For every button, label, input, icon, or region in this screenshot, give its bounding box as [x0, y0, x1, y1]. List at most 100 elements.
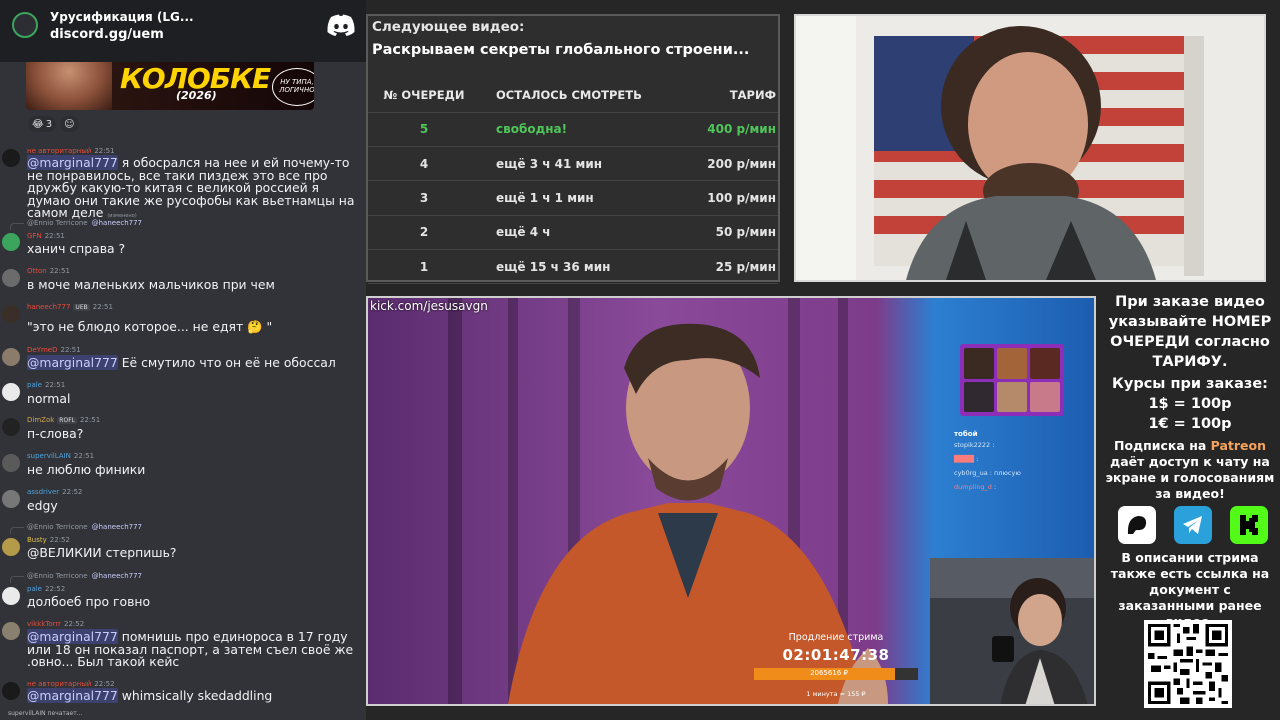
- reply-reference[interactable]: @Ennio Terricone @haneech777: [27, 572, 142, 580]
- server-icon: [12, 12, 38, 38]
- rate: 400 р/мин: [678, 112, 778, 147]
- overlay-chat-line: ████ :: [954, 455, 979, 463]
- thumbnail-year: (2026): [176, 89, 217, 102]
- user-avatar: [2, 418, 20, 436]
- queue-number: 4: [368, 146, 488, 182]
- message-text: edgy: [27, 498, 58, 513]
- qr-code-icon[interactable]: [1144, 620, 1232, 708]
- username[interactable]: Busty: [27, 536, 47, 544]
- user-mention[interactable]: @marginal777: [27, 355, 118, 370]
- overlay-chat-line: stopik2222 :: [954, 441, 995, 449]
- rate: 100 р/мин: [678, 180, 778, 216]
- time-left: ещё 4 ч: [488, 215, 678, 251]
- message-text: не люблю финики: [27, 462, 146, 477]
- extension-amount: 2065616 ₽: [810, 669, 848, 677]
- reactions-row: 😂 3 ☺: [28, 116, 79, 132]
- queue-row: 1 ещё 15 ч 36 мин 25 р/мин: [368, 249, 778, 285]
- kick-url[interactable]: kick.com/jesusavgn: [370, 299, 488, 313]
- embed-thumbnail[interactable]: КОЛОБКЕ (2026) НУ ТИПА, ЛОГИЧНО: [26, 62, 314, 110]
- main-video-player[interactable]: kick.com/jesusavgn тобой stopik2222 : ██…: [366, 296, 1096, 706]
- pip-image: [930, 558, 1094, 704]
- overlay-avatar-grid: [960, 344, 1064, 416]
- username[interactable]: pale: [27, 381, 42, 389]
- username[interactable]: haneech777: [27, 303, 70, 311]
- user-avatar: [2, 538, 20, 556]
- rate: 50 р/мин: [678, 215, 778, 251]
- user-avatar: [2, 269, 20, 287]
- message-text: ханич справа ?: [27, 241, 126, 256]
- user-avatar: [2, 383, 20, 401]
- thumbnail-face: [26, 62, 112, 110]
- username[interactable]: vikkkTorrr: [27, 620, 61, 628]
- queue-row: 3 ещё 1 ч 1 мин 100 р/мин: [368, 180, 778, 216]
- queue-row: 5 свободна! 400 р/мин: [368, 112, 778, 147]
- thumbnail-badge: НУ ТИПА, ЛОГИЧНО: [272, 68, 314, 106]
- role-badge: ROFL: [57, 416, 77, 424]
- time-left: ещё 1 ч 1 мин: [488, 180, 678, 216]
- extension-rate: 1 минута = 155 ₽: [806, 690, 866, 698]
- subscription-info: Подписка на Patreon даёт доступ к чату н…: [1105, 438, 1275, 501]
- user-avatar: [2, 454, 20, 472]
- patreon-link[interactable]: Patreon: [1211, 438, 1266, 453]
- time-left: ещё 15 ч 36 мин: [488, 249, 678, 285]
- user-mention[interactable]: @marginal777: [27, 688, 118, 703]
- username[interactable]: assdriver: [27, 488, 59, 496]
- username[interactable]: Otton: [27, 267, 47, 275]
- overlay-chat-title: тобой: [954, 430, 978, 438]
- kick-icon[interactable]: [1230, 506, 1268, 544]
- stream-extension-widget: Продление стрима 02:01:47:38 2065616 ₽ 1…: [754, 628, 930, 704]
- time-left: свободна!: [488, 112, 678, 147]
- header-queue-number: № ОЧЕРЕДИ: [368, 78, 488, 113]
- exchange-rates: Курсы при заказе: 1$ = 100р 1€ = 100р: [1100, 374, 1280, 434]
- header-rate: ТАРИФ: [678, 78, 778, 113]
- server-name: Урусификация (LG...: [50, 10, 194, 24]
- invite-link[interactable]: discord.gg/uem: [50, 27, 164, 42]
- message-text: @ВЕЛИКИИ стерпишь?: [27, 545, 177, 560]
- username[interactable]: не авторитарный: [27, 680, 91, 688]
- pip-camera: [930, 558, 1094, 704]
- discord-chat-panel: Урусификация (LG... discord.gg/uem КОЛОБ…: [0, 0, 366, 720]
- next-video-label: Следующее видео:: [372, 19, 525, 35]
- reaction-laugh[interactable]: 😂 3: [28, 116, 57, 132]
- role-badge: UEB: [73, 303, 90, 311]
- patreon-icon[interactable]: [1118, 506, 1156, 544]
- username[interactable]: GFN: [27, 232, 42, 240]
- overlay-chat: тобой stopik2222 : ████ : cyb0rg_ua : пл…: [954, 430, 1074, 497]
- order-instructions: При заказе видео указывайте НОМЕР ОЧЕРЕД…: [1108, 294, 1272, 370]
- username[interactable]: supervilLAIN: [27, 452, 71, 460]
- message-text: долбоеб про говно: [27, 594, 151, 609]
- queue-header-row: № ОЧЕРЕДИ ОСТАЛОСЬ СМОТРЕТЬ ТАРИФ: [368, 78, 778, 113]
- user-avatar: [2, 305, 20, 323]
- queue-number: 2: [368, 215, 488, 251]
- username[interactable]: pale: [27, 585, 42, 593]
- username[interactable]: DimZok: [27, 416, 54, 424]
- telegram-icon[interactable]: [1174, 506, 1212, 544]
- user-avatar: [2, 622, 20, 640]
- rates-title: Курсы при заказе:: [1112, 376, 1268, 392]
- webcam-image: [796, 16, 1264, 280]
- queue-row: 2 ещё 4 ч 50 р/мин: [368, 215, 778, 251]
- reaction-smile[interactable]: ☺: [60, 116, 79, 132]
- rate: 200 р/мин: [678, 146, 778, 182]
- typing-indicator: supervilLAIN печатает...: [8, 710, 83, 717]
- message-text: "это не блюдо которое... не едят 🤔 ": [27, 319, 273, 334]
- queue-number: 1: [368, 249, 488, 285]
- user-avatar: [2, 149, 20, 167]
- time-left: ещё 3 ч 41 мин: [488, 146, 678, 182]
- queue-number: 3: [368, 180, 488, 216]
- message-text: normal: [27, 391, 71, 406]
- reply-reference[interactable]: @Ennio Terricone @haneech777: [27, 523, 142, 531]
- overlay-panel: тобой stopik2222 : ████ : cyb0rg_ua : пл…: [954, 338, 1064, 498]
- message-text: п-слова?: [27, 426, 84, 441]
- video-queue-panel: Следующее видео: Раскрываем секреты глоб…: [366, 14, 780, 285]
- stream-description-note: В описании стрима также есть ссылка на д…: [1110, 550, 1270, 629]
- reply-reference[interactable]: @Ennio Terricone @haneech777: [27, 219, 142, 227]
- discord-server-header: Урусификация (LG... discord.gg/uem: [0, 0, 366, 62]
- rate: 25 р/мин: [678, 249, 778, 285]
- message-text: whimsically skedaddling: [117, 688, 273, 703]
- user-avatar: [2, 587, 20, 605]
- username[interactable]: не авторитарный: [27, 147, 91, 155]
- username[interactable]: DeYmeD: [27, 346, 58, 354]
- user-avatar: [2, 348, 20, 366]
- queue-number: 5: [368, 112, 488, 147]
